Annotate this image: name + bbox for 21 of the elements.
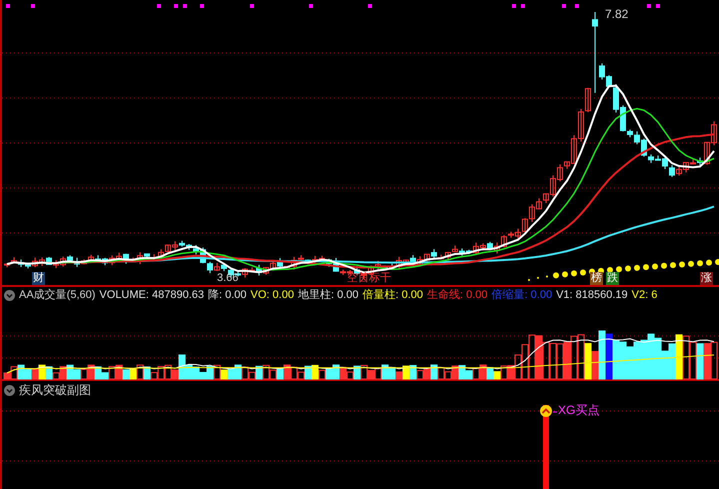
indicator-value: 倍量柱: 0.00 xyxy=(362,288,424,303)
price-label: 3.66 xyxy=(217,273,238,284)
indicator-value: VO: 0.00 xyxy=(250,288,294,303)
tag-label: 榜 xyxy=(590,272,603,285)
indicator-value: 降: 0.00 xyxy=(208,288,247,303)
indicator-title: AA成交量(5,60) xyxy=(19,288,96,303)
tag-label: 涨 xyxy=(700,272,713,285)
indicator-value: V1: 818560.19 xyxy=(556,288,628,303)
indicator-title: 疾风突破副图 xyxy=(19,382,91,399)
indicator-value: 地里柱: 0.00 xyxy=(298,288,358,303)
price-label: 7.82 xyxy=(605,6,628,23)
signal-label: XG买点 xyxy=(558,404,600,416)
indicator-value: 倍缩量: 0.00 xyxy=(492,288,552,303)
collapse-icon[interactable] xyxy=(4,384,15,396)
collapse-icon[interactable] xyxy=(4,290,15,300)
buy-signal-icon xyxy=(540,405,552,417)
indicator-value: VOLUME: 487890.63 xyxy=(99,288,204,303)
tag-label: 跌 xyxy=(606,272,619,285)
indicator-value: V2: 6 xyxy=(632,288,658,303)
indicator-value: 生命线: 0.00 xyxy=(427,288,488,303)
tag-label: 财 xyxy=(32,272,45,285)
